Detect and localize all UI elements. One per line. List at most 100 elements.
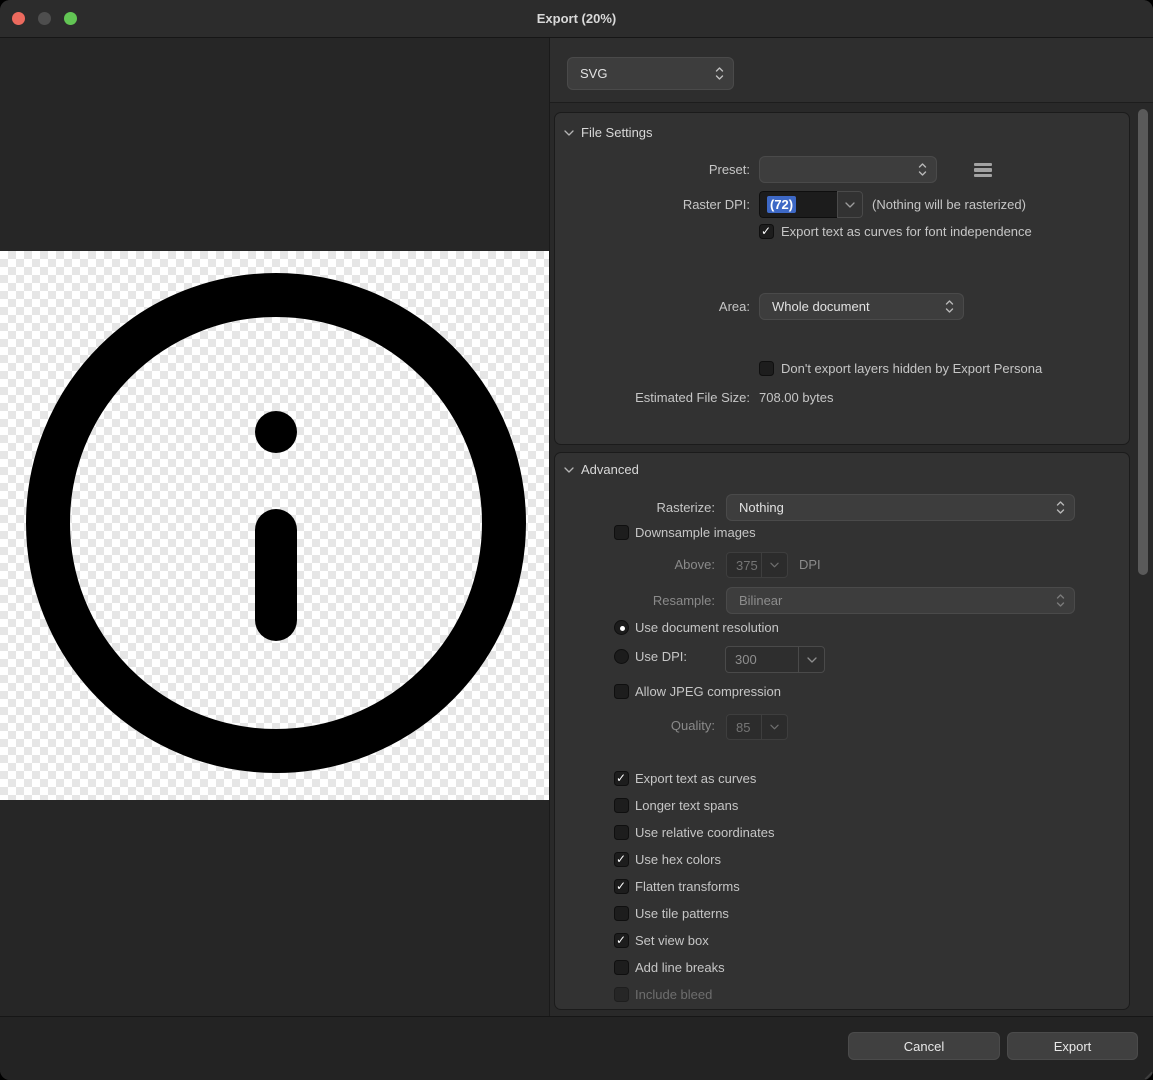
- format-value: SVG: [568, 66, 715, 81]
- use-dpi-combo[interactable]: 300: [725, 646, 825, 673]
- quality-label: Quality:: [555, 713, 715, 739]
- option-row[interactable]: Export text as curves: [614, 771, 774, 786]
- stepper-icon: [1056, 499, 1065, 516]
- format-dropdown[interactable]: SVG: [567, 57, 734, 90]
- option-row[interactable]: Longer text spans: [614, 798, 774, 813]
- advanced-title: Advanced: [581, 462, 639, 477]
- above-value: 375: [727, 553, 761, 577]
- raster-dpi-note: (Nothing will be rasterized): [872, 191, 1026, 218]
- checkbox: [614, 798, 629, 813]
- resample-label: Resample:: [555, 587, 715, 614]
- estimated-size-value: 708.00 bytes: [759, 384, 833, 411]
- chevron-down-icon: [845, 202, 855, 208]
- curves-checkbox-label: Export text as curves for font independe…: [781, 224, 1032, 239]
- hidden-layers-checkbox[interactable]: [759, 361, 774, 376]
- file-settings-group: File Settings Preset: Raster DPI: (72) (…: [554, 112, 1130, 445]
- chevron-down-icon: [761, 715, 787, 739]
- option-row[interactable]: Use hex colors: [614, 852, 774, 867]
- file-settings-title: File Settings: [581, 125, 653, 140]
- use-doc-resolution-radio[interactable]: [614, 620, 629, 635]
- option-label: Set view box: [635, 933, 709, 948]
- advanced-options-list: Export text as curves Longer text spans …: [614, 771, 774, 1002]
- option-label: Use hex colors: [635, 852, 721, 867]
- title-bar: Export (20%): [0, 0, 1153, 38]
- raster-dpi-dropdown-button[interactable]: [837, 191, 863, 218]
- file-settings-header[interactable]: File Settings: [564, 125, 653, 140]
- resample-value: Bilinear: [727, 593, 1056, 608]
- option-label: Longer text spans: [635, 798, 738, 813]
- info-icon-artwork: [0, 251, 549, 800]
- checkbox: [614, 960, 629, 975]
- option-row[interactable]: Use tile patterns: [614, 906, 774, 921]
- format-bar: SVG: [550, 38, 1153, 103]
- export-settings-panel: SVG File Settings Preset: Raster DPI: (7…: [549, 38, 1153, 1016]
- option-row[interactable]: Use relative coordinates: [614, 825, 774, 840]
- above-label: Above:: [555, 552, 715, 578]
- curves-checkbox[interactable]: [759, 224, 774, 239]
- option-label: Flatten transforms: [635, 879, 740, 894]
- resample-dropdown: Bilinear: [726, 587, 1075, 614]
- chevron-down-icon: [761, 553, 787, 577]
- dialog-footer: Cancel Export: [0, 1016, 1153, 1080]
- option-label: Include bleed: [635, 987, 712, 1002]
- estimated-size-label: Estimated File Size:: [555, 384, 750, 411]
- use-dpi-value: 300: [726, 647, 798, 672]
- rasterize-value: Nothing: [727, 500, 1056, 515]
- area-value: Whole document: [760, 299, 945, 314]
- preset-dropdown[interactable]: [759, 156, 937, 183]
- cancel-button[interactable]: Cancel: [848, 1032, 1000, 1060]
- quality-combo: 85: [726, 714, 788, 740]
- option-label: Use tile patterns: [635, 906, 729, 921]
- option-row: Include bleed: [614, 987, 774, 1002]
- checkbox: [614, 879, 629, 894]
- stepper-icon: [1056, 592, 1065, 609]
- raster-dpi-label: Raster DPI:: [555, 191, 750, 218]
- hidden-layers-checkbox-label: Don't export layers hidden by Export Per…: [781, 361, 1042, 376]
- window-title: Export (20%): [0, 0, 1153, 38]
- option-label: Add line breaks: [635, 960, 725, 975]
- preset-label: Preset:: [555, 156, 750, 183]
- raster-dpi-input[interactable]: (72): [759, 191, 837, 218]
- option-row[interactable]: Flatten transforms: [614, 879, 774, 894]
- area-dropdown[interactable]: Whole document: [759, 293, 964, 320]
- advanced-header[interactable]: Advanced: [564, 462, 639, 477]
- export-dialog: Export (20%) SVG File Settings Preset:: [0, 0, 1153, 1080]
- jpeg-compression-label: Allow JPEG compression: [635, 684, 781, 699]
- stepper-icon: [715, 65, 724, 82]
- disclosure-chevron-icon: [564, 467, 574, 473]
- option-row[interactable]: Set view box: [614, 933, 774, 948]
- vertical-scrollbar-thumb[interactable]: [1138, 109, 1148, 575]
- stepper-icon: [945, 298, 954, 315]
- transparency-checkerboard: [0, 251, 549, 800]
- preset-menu-icon[interactable]: [974, 163, 992, 177]
- quality-value: 85: [727, 715, 761, 739]
- export-preview-area: [0, 38, 549, 1016]
- chevron-down-icon[interactable]: [798, 647, 824, 672]
- option-label: Use relative coordinates: [635, 825, 774, 840]
- export-button[interactable]: Export: [1007, 1032, 1138, 1060]
- rasterize-label: Rasterize:: [555, 494, 715, 521]
- disclosure-chevron-icon: [564, 130, 574, 136]
- checkbox: [614, 771, 629, 786]
- raster-dpi-combo[interactable]: (72): [759, 191, 863, 218]
- raster-dpi-selected-text: (72): [767, 196, 796, 213]
- above-combo: 375: [726, 552, 788, 578]
- advanced-group: Advanced Rasterize: Nothing Downsample i…: [554, 452, 1130, 1010]
- rasterize-dropdown[interactable]: Nothing: [726, 494, 1075, 521]
- use-doc-resolution-label: Use document resolution: [635, 620, 779, 635]
- checkbox: [614, 825, 629, 840]
- use-dpi-radio[interactable]: [614, 649, 629, 664]
- stepper-icon: [918, 161, 927, 178]
- option-label: Export text as curves: [635, 771, 756, 786]
- jpeg-compression-checkbox[interactable]: [614, 684, 629, 699]
- checkbox: [614, 852, 629, 867]
- option-row[interactable]: Add line breaks: [614, 960, 774, 975]
- checkbox: [614, 933, 629, 948]
- checkbox: [614, 987, 629, 1002]
- downsample-label: Downsample images: [635, 525, 756, 540]
- area-label: Area:: [555, 293, 750, 320]
- above-unit: DPI: [799, 552, 821, 578]
- downsample-checkbox[interactable]: [614, 525, 629, 540]
- use-dpi-label: Use DPI:: [635, 649, 687, 664]
- checkbox: [614, 906, 629, 921]
